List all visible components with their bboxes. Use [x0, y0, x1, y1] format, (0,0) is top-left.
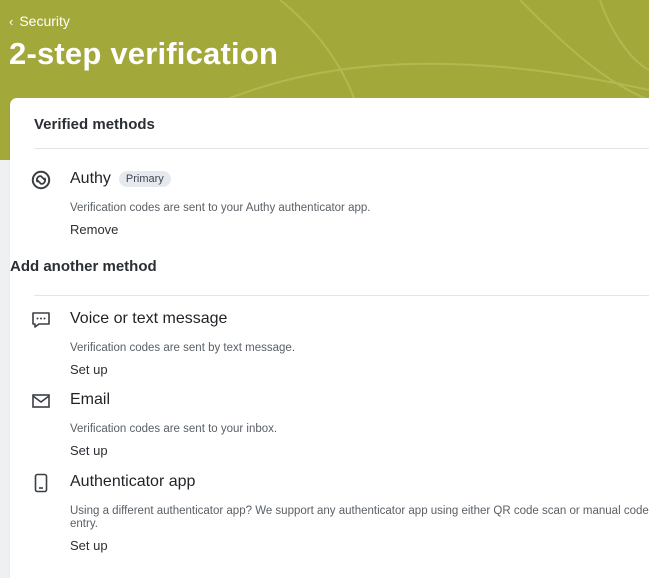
breadcrumb-label: Security	[19, 13, 70, 29]
chevron-left-icon: ‹	[9, 13, 14, 29]
method-description: Verification codes are sent to your Auth…	[70, 202, 371, 214]
divider	[34, 148, 649, 149]
method-name: Email	[70, 391, 111, 408]
email-icon	[30, 390, 52, 412]
method-name: Authenticator app	[70, 473, 196, 490]
setup-email-link[interactable]: Set up	[70, 443, 108, 458]
method-description: Using a different authenticator app? We …	[70, 505, 649, 530]
verified-methods-heading: Verified methods	[34, 116, 155, 133]
remove-authy-link[interactable]: Remove	[70, 222, 118, 237]
page-title: 2-step verification	[9, 36, 279, 71]
method-description: Verification codes are sent to your inbo…	[70, 423, 278, 435]
divider	[34, 295, 649, 296]
method-description: Verification codes are sent by text mess…	[70, 342, 296, 354]
phone-icon	[30, 472, 52, 494]
method-name: Voice or text message	[70, 310, 228, 327]
authy-icon	[30, 169, 52, 191]
method-name: Authy	[70, 170, 111, 187]
breadcrumb-back-link[interactable]: ‹ Security	[9, 13, 70, 29]
add-method-heading: Add another method	[10, 258, 157, 275]
setup-authenticator-link[interactable]: Set up	[70, 538, 108, 553]
primary-badge: Primary	[118, 171, 171, 187]
setup-voice-text-link[interactable]: Set up	[70, 362, 108, 377]
message-icon	[30, 309, 52, 331]
methods-card: Verified methods Authy Primary Verificat…	[10, 98, 649, 578]
